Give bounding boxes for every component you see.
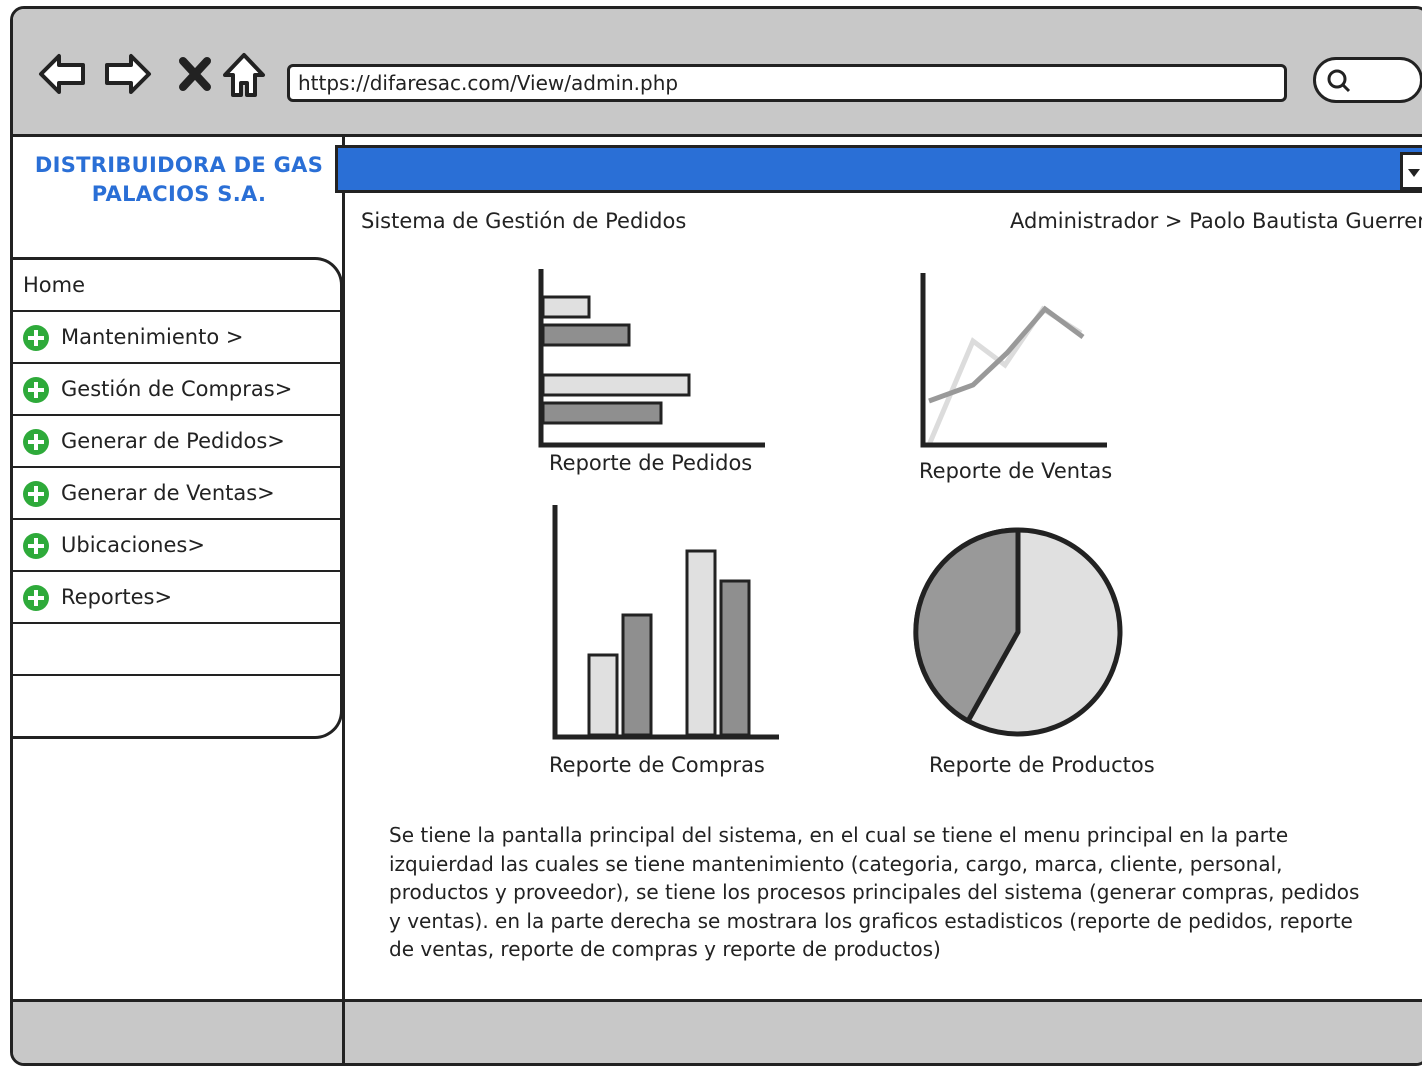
menu-item-label: Reportes> bbox=[61, 585, 173, 609]
forward-arrow-icon[interactable] bbox=[103, 49, 153, 99]
plus-circle-icon bbox=[23, 533, 49, 559]
report-ventas-label[interactable]: Reporte de Ventas bbox=[919, 459, 1112, 483]
plus-circle-icon bbox=[23, 325, 49, 351]
page-title: Sistema de Gestión de Pedidos bbox=[361, 209, 687, 233]
productos-pie-chart-icon[interactable] bbox=[911, 525, 1125, 739]
brand-line-1: DISTRIBUIDORA DE GAS bbox=[34, 153, 324, 177]
menu-item-empty[interactable] bbox=[13, 676, 340, 728]
plus-circle-icon bbox=[23, 585, 49, 611]
browser-window: https://difaresac.com/View/admin.php DIS… bbox=[10, 6, 1422, 1066]
plus-circle-icon bbox=[23, 429, 49, 455]
plus-circle-icon bbox=[23, 377, 49, 403]
menu-item-ubicaciones[interactable]: Ubicaciones> bbox=[13, 520, 340, 572]
menu-item-empty[interactable] bbox=[13, 624, 340, 676]
browser-search-field[interactable] bbox=[1313, 57, 1422, 103]
menu-item-label: Generar de Ventas> bbox=[61, 481, 275, 505]
ventas-line-chart-icon[interactable] bbox=[913, 269, 1113, 453]
back-arrow-icon[interactable] bbox=[37, 49, 87, 99]
report-pedidos-label[interactable]: Reporte de Pedidos bbox=[549, 451, 752, 475]
menu-item-label: Mantenimiento > bbox=[61, 325, 244, 349]
menu-item-label: Home bbox=[23, 273, 86, 297]
close-x-icon[interactable] bbox=[171, 49, 221, 99]
search-icon bbox=[1327, 69, 1351, 93]
main-menu: Home Mantenimiento > Gestión de Compras>… bbox=[13, 257, 343, 739]
brand-logo-text: DISTRIBUIDORA DE GAS PALACIOS S.A. bbox=[13, 151, 345, 209]
top-nav-bar bbox=[335, 145, 1422, 193]
menu-item-home[interactable]: Home bbox=[13, 260, 340, 312]
plus-circle-icon bbox=[23, 481, 49, 507]
menu-item-generar-pedidos[interactable]: Generar de Pedidos> bbox=[13, 416, 340, 468]
address-bar[interactable]: https://difaresac.com/View/admin.php bbox=[287, 64, 1287, 102]
brand-line-2: PALACIOS S.A. bbox=[91, 182, 267, 206]
status-bar bbox=[13, 999, 1422, 1063]
menu-item-label: Ubicaciones> bbox=[61, 533, 205, 557]
menu-item-label: Gestión de Compras> bbox=[61, 377, 293, 401]
dropdown-toggle[interactable] bbox=[1400, 152, 1422, 190]
report-compras-label[interactable]: Reporte de Compras bbox=[549, 753, 765, 777]
menu-item-generar-ventas[interactable]: Generar de Ventas> bbox=[13, 468, 340, 520]
menu-item-mantenimiento[interactable]: Mantenimiento > bbox=[13, 312, 340, 364]
menu-item-gestion-compras[interactable]: Gestión de Compras> bbox=[13, 364, 340, 416]
breadcrumb: Administrador > Paolo Bautista Guerrer bbox=[1010, 209, 1422, 233]
menu-item-label: Generar de Pedidos> bbox=[61, 429, 285, 453]
menu-item-reportes[interactable]: Reportes> bbox=[13, 572, 340, 624]
report-productos-label[interactable]: Reporte de Productos bbox=[929, 753, 1155, 777]
compras-bar-chart-icon[interactable] bbox=[545, 499, 785, 743]
pedidos-bar-chart-icon[interactable] bbox=[533, 265, 773, 451]
browser-toolbar: https://difaresac.com/View/admin.php bbox=[13, 9, 1422, 137]
sidebar: DISTRIBUIDORA DE GAS PALACIOS S.A. Home … bbox=[13, 137, 345, 1009]
status-bar-divider bbox=[342, 1002, 345, 1063]
description-text: Se tiene la pantalla principal del siste… bbox=[389, 823, 1360, 961]
home-icon[interactable] bbox=[219, 49, 269, 99]
